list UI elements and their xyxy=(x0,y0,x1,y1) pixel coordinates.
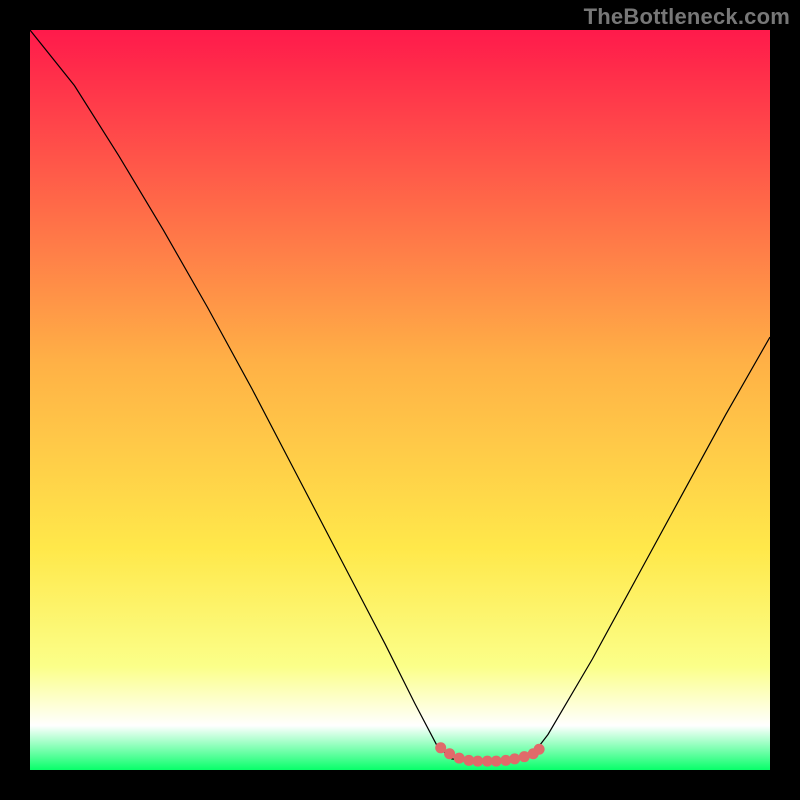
marker-dot xyxy=(472,756,483,767)
marker-dot xyxy=(454,753,465,764)
plot-area xyxy=(30,30,770,770)
watermark-text: TheBottleneck.com xyxy=(584,4,790,30)
marker-dot xyxy=(509,753,520,764)
marker-dot xyxy=(491,756,502,767)
chart-frame: TheBottleneck.com xyxy=(0,0,800,800)
marker-dot xyxy=(534,744,545,755)
marker-dot xyxy=(444,748,455,759)
plot-svg xyxy=(30,30,770,770)
gradient-background xyxy=(30,30,770,770)
